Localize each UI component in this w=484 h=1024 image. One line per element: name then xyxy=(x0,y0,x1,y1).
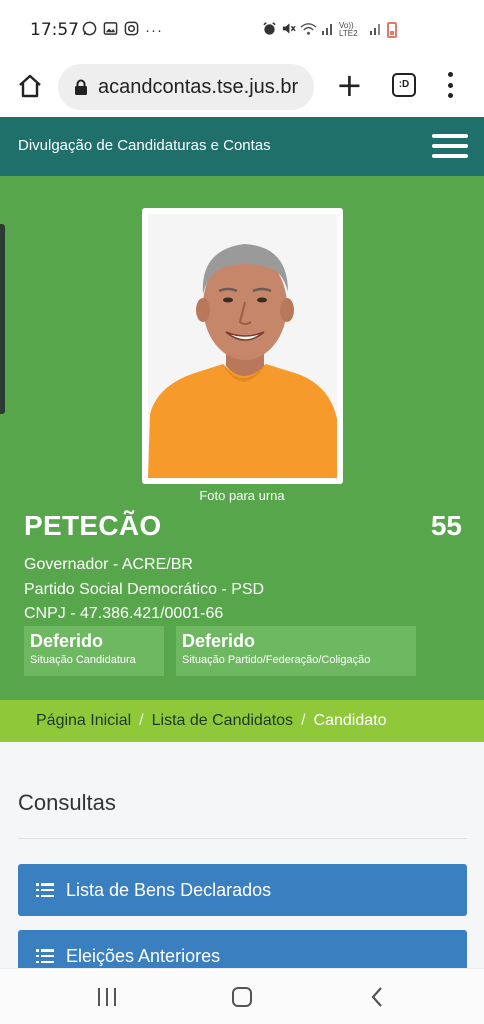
system-nav-bar xyxy=(0,968,484,1024)
photo-caption: Foto para urna xyxy=(199,488,285,503)
scroll-edge-handle[interactable] xyxy=(0,224,5,414)
more-icon: ··· xyxy=(145,21,163,39)
status-badge-partido: Deferido Situação Partido/Federação/Coli… xyxy=(176,626,416,676)
breadcrumb-separator: / xyxy=(301,712,306,729)
candidate-photo xyxy=(142,208,343,484)
badge-status: Deferido xyxy=(182,631,256,651)
alarm-icon xyxy=(262,21,277,39)
candidate-cnpj: CNPJ - 47.386.421/0001-66 xyxy=(24,605,224,622)
badge-label: Situação Partido/Federação/Coligação xyxy=(182,654,371,666)
address-bar[interactable]: acandcontas.tse.jus.br xyxy=(58,64,314,110)
badge-status: Deferido xyxy=(30,631,104,651)
status-badge-candidatura: Deferido Situação Candidatura xyxy=(24,626,164,676)
breadcrumb: Página Inicial / Lista de Candidatos / C… xyxy=(0,700,484,742)
candidate-office: Governador - ACRE/BR xyxy=(24,556,193,573)
battery-icon xyxy=(387,22,397,38)
home-icon[interactable] xyxy=(16,72,44,100)
badge-label: Situação Candidatura xyxy=(30,654,136,666)
declared-assets-label: Lista de Bens Declarados xyxy=(66,879,272,900)
mute-icon xyxy=(281,21,296,39)
signal-2-icon xyxy=(369,22,383,39)
signal-icon xyxy=(321,22,335,39)
breadcrumb-home[interactable]: Página Inicial xyxy=(36,712,131,730)
breadcrumb-separator: / xyxy=(139,712,144,729)
tab-switcher-button[interactable]: :D xyxy=(392,73,416,97)
gallery-icon xyxy=(103,21,118,39)
breadcrumb-current: Candidato xyxy=(313,712,387,729)
candidate-hero: Foto para urna PETECÃO 55 Governador - A… xyxy=(0,176,484,700)
hamburger-menu-icon[interactable] xyxy=(432,134,468,158)
candidate-portrait-image xyxy=(148,214,337,478)
declared-assets-button[interactable]: Lista de Bens Declarados xyxy=(18,864,467,916)
divider xyxy=(18,838,467,839)
browser-menu-icon[interactable] xyxy=(446,72,454,98)
wifi-icon xyxy=(300,22,317,39)
status-bar: 17:57 ··· Vo)) LTE2 xyxy=(0,0,484,60)
candidate-name: PETECÃO xyxy=(24,510,162,541)
volte-icon: Vo)) LTE2 xyxy=(339,21,358,38)
instagram-icon xyxy=(124,21,139,39)
url-text[interactable]: acandcontas.tse.jus.br xyxy=(98,76,298,99)
previous-elections-label: Eleições Anteriores xyxy=(66,945,221,966)
browser-toolbar: acandcontas.tse.jus.br + :D xyxy=(0,60,484,116)
status-right-icons: Vo)) LTE2 xyxy=(262,21,397,39)
site-title[interactable]: Divulgação de Candidaturas e Contas xyxy=(18,137,271,154)
site-header: Divulgação de Candidaturas e Contas xyxy=(0,117,484,176)
whatsapp-icon xyxy=(82,21,97,39)
status-time: 17:57 xyxy=(30,20,79,40)
consultas-section: Consultas Lista de Bens Declarados Eleiç… xyxy=(0,742,484,982)
new-tab-icon[interactable]: + xyxy=(336,69,363,101)
home-nav-icon[interactable] xyxy=(232,987,252,1007)
breadcrumb-candidate-list[interactable]: Lista de Candidatos xyxy=(152,712,293,730)
recent-apps-icon[interactable] xyxy=(98,988,116,1006)
consultas-title: Consultas xyxy=(18,790,116,815)
candidate-number: 55 xyxy=(430,510,462,541)
candidate-party: Partido Social Democrático - PSD xyxy=(24,581,265,598)
list-icon xyxy=(36,949,54,963)
status-left-icons: ··· xyxy=(82,21,163,39)
lock-icon[interactable] xyxy=(74,79,88,95)
back-icon[interactable] xyxy=(370,985,384,1009)
list-icon xyxy=(36,883,54,897)
